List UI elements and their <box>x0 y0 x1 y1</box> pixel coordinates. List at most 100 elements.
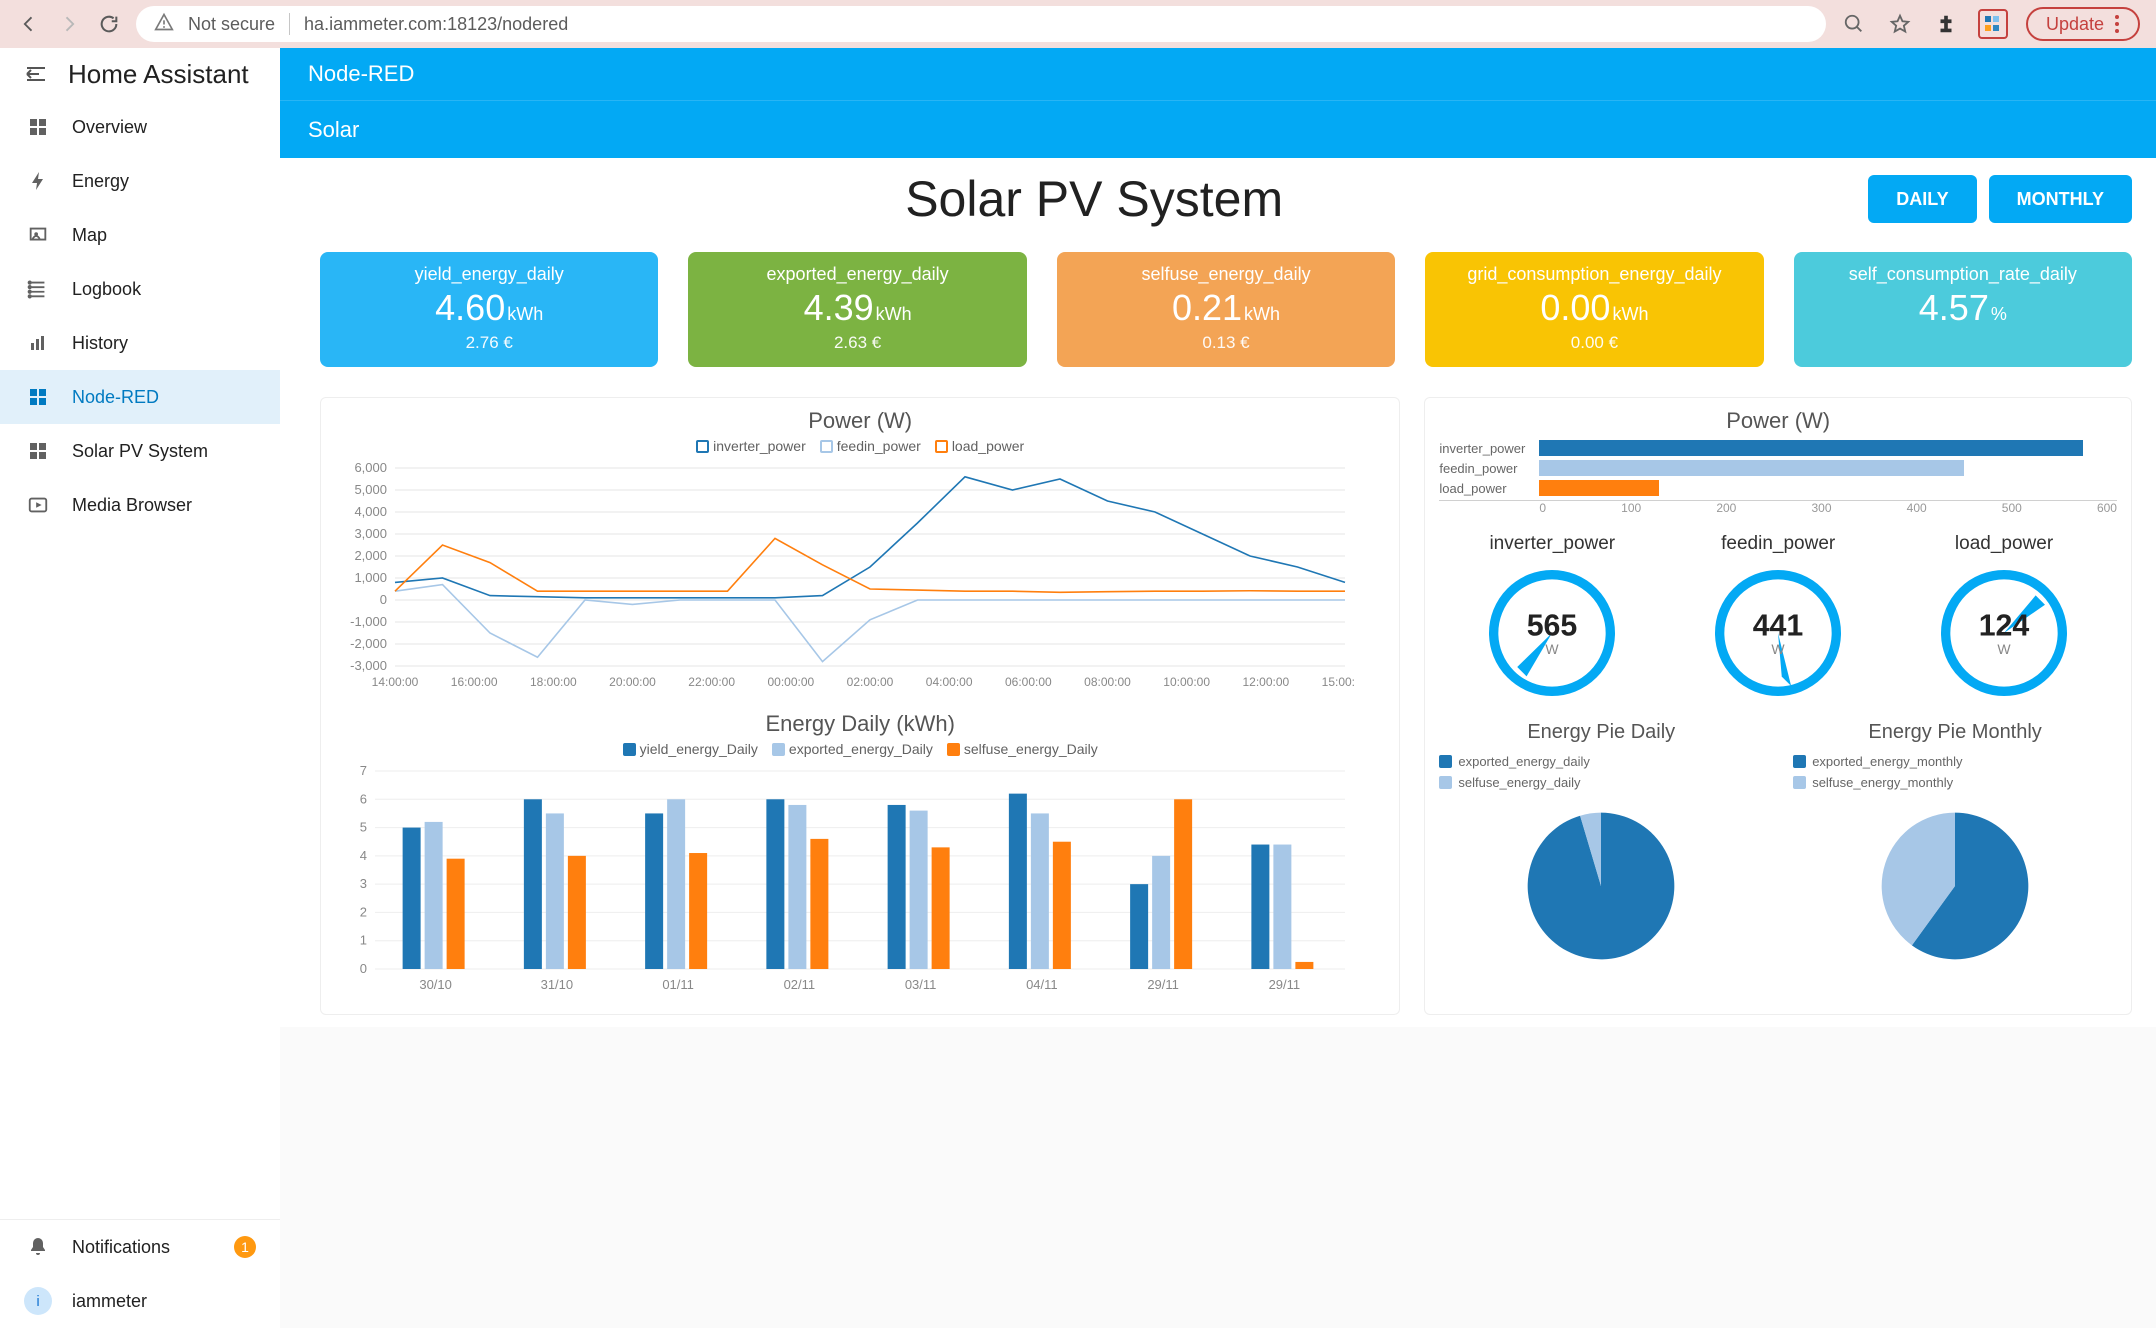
gauge-load_power[interactable]: load_power124W <box>1934 533 2074 703</box>
svg-text:12:00:00: 12:00:00 <box>1242 675 1289 689</box>
energy-bar-chart[interactable]: 0123456730/1031/1001/1102/1103/1104/1129… <box>335 765 1355 995</box>
sidebar-brand: Home Assistant <box>0 48 280 100</box>
header-subtitle: Solar <box>280 100 2156 158</box>
svg-text:3,000: 3,000 <box>354 526 387 541</box>
svg-text:29/11: 29/11 <box>1269 977 1301 992</box>
update-button[interactable]: Update <box>2026 7 2140 41</box>
nodered-icon <box>24 383 52 411</box>
svg-text:1,000: 1,000 <box>354 570 387 585</box>
svg-text:04:00:00: 04:00:00 <box>926 675 973 689</box>
power-chart-title: Power (W) <box>335 408 1385 434</box>
header-title: Node-RED <box>280 48 2156 100</box>
not-secure-icon <box>154 12 174 37</box>
sidebar-notifications[interactable]: Notifications 1 <box>0 1220 280 1274</box>
svg-text:02/11: 02/11 <box>784 977 816 992</box>
svg-text:2: 2 <box>360 904 367 919</box>
sidebar-user[interactable]: i iammeter <box>0 1274 280 1328</box>
sidebar-item-energy[interactable]: Energy <box>0 154 280 208</box>
menu-icon[interactable] <box>24 62 48 86</box>
svg-text:6: 6 <box>360 791 367 806</box>
sidebar-item-media[interactable]: Media Browser <box>0 478 280 532</box>
sidebar-item-history[interactable]: History <box>0 316 280 370</box>
metric-tile[interactable]: yield_energy_daily4.60kWh2.76 € <box>320 252 658 367</box>
metric-tile[interactable]: selfuse_energy_daily0.21kWh0.13 € <box>1057 252 1395 367</box>
svg-text:W: W <box>1772 641 1786 657</box>
dashboard-icon <box>24 113 52 141</box>
svg-text:22:00:00: 22:00:00 <box>688 675 735 689</box>
svg-text:00:00:00: 00:00:00 <box>767 675 814 689</box>
power-hbar-chart[interactable]: inverter_powerfeedin_powerload_power0100… <box>1439 438 2117 515</box>
pie-monthly-chart[interactable] <box>1875 806 2035 966</box>
svg-text:14:00:00: 14:00:00 <box>372 675 419 689</box>
svg-text:06:00:00: 06:00:00 <box>1005 675 1052 689</box>
sidebar: Home Assistant Overview Energy Map Logbo… <box>0 48 280 1328</box>
svg-text:W: W <box>1546 641 1560 657</box>
star-icon[interactable] <box>1886 10 1914 38</box>
svg-text:4,000: 4,000 <box>354 504 387 519</box>
svg-text:-3,000: -3,000 <box>350 658 387 673</box>
gauge-inverter_power[interactable]: inverter_power565W <box>1482 533 1622 703</box>
svg-text:4: 4 <box>360 848 367 863</box>
svg-text:30/10: 30/10 <box>419 977 452 992</box>
svg-text:18:00:00: 18:00:00 <box>530 675 577 689</box>
metric-tiles: yield_energy_daily4.60kWh2.76 € exported_… <box>320 252 2132 367</box>
zoom-icon[interactable] <box>1840 10 1868 38</box>
svg-text:10:00:00: 10:00:00 <box>1163 675 1210 689</box>
svg-text:03/11: 03/11 <box>905 977 937 992</box>
browser-toolbar: Not secure ha.iammeter.com:18123/nodered… <box>0 0 2156 48</box>
reload-icon[interactable] <box>96 11 122 37</box>
svg-text:02:00:00: 02:00:00 <box>847 675 894 689</box>
energy-chart-legend: yield_energy_Daily exported_energy_Daily… <box>335 741 1385 757</box>
extensions-icon[interactable] <box>1932 10 1960 38</box>
sidebar-item-solar[interactable]: Solar PV System <box>0 424 280 478</box>
not-secure-text: Not secure <box>188 14 275 35</box>
map-icon <box>24 221 52 249</box>
sidebar-item-nodered[interactable]: Node-RED <box>0 370 280 424</box>
svg-text:15:00:00: 15:00:00 <box>1322 675 1355 689</box>
content-area: Node-RED Solar Solar PV System DAILY MON… <box>280 48 2156 1328</box>
forward-icon[interactable] <box>56 11 82 37</box>
svg-text:04/11: 04/11 <box>1026 977 1058 992</box>
history-icon <box>24 329 52 357</box>
notif-badge: 1 <box>234 1236 256 1258</box>
address-bar[interactable]: Not secure ha.iammeter.com:18123/nodered <box>136 6 1826 42</box>
energy-chart-title: Energy Daily (kWh) <box>335 711 1385 737</box>
pie-monthly-legend: exported_energy_monthly selfuse_energy_m… <box>1793 752 2117 794</box>
metric-tile[interactable]: self_consumption_rate_daily4.57% <box>1794 252 2132 367</box>
hbar-title: Power (W) <box>1439 408 2117 434</box>
range-monthly-button[interactable]: MONTHLY <box>1989 175 2132 223</box>
svg-text:3: 3 <box>360 876 367 891</box>
logbook-icon <box>24 275 52 303</box>
svg-text:16:00:00: 16:00:00 <box>451 675 498 689</box>
sidebar-item-map[interactable]: Map <box>0 208 280 262</box>
svg-text:20:00:00: 20:00:00 <box>609 675 656 689</box>
divider <box>289 13 290 35</box>
avatar: i <box>24 1287 52 1315</box>
metric-tile[interactable]: grid_consumption_energy_daily0.00kWh0.00… <box>1425 252 1763 367</box>
energy-icon <box>24 167 52 195</box>
page-title: Solar PV System <box>320 170 1868 228</box>
svg-text:124: 124 <box>1979 609 2030 642</box>
svg-text:7: 7 <box>360 765 367 778</box>
svg-text:-1,000: -1,000 <box>350 614 387 629</box>
sidebar-item-overview[interactable]: Overview <box>0 100 280 154</box>
svg-text:2,000: 2,000 <box>354 548 387 563</box>
range-daily-button[interactable]: DAILY <box>1868 175 1976 223</box>
svg-text:5,000: 5,000 <box>354 482 387 497</box>
svg-text:08:00:00: 08:00:00 <box>1084 675 1131 689</box>
bell-icon <box>24 1233 52 1261</box>
extension-ha-icon[interactable] <box>1978 9 2008 39</box>
solar-icon <box>24 437 52 465</box>
svg-text:W: W <box>1997 641 2011 657</box>
svg-text:6,000: 6,000 <box>354 462 387 475</box>
power-line-chart[interactable]: -3,000-2,000-1,00001,0002,0003,0004,0005… <box>335 462 1355 692</box>
sidebar-item-logbook[interactable]: Logbook <box>0 262 280 316</box>
gauge-feedin_power[interactable]: feedin_power441W <box>1708 533 1848 703</box>
pie-daily-chart[interactable] <box>1521 806 1681 966</box>
metric-tile[interactable]: exported_energy_daily4.39kWh2.63 € <box>688 252 1026 367</box>
svg-text:01/11: 01/11 <box>662 977 694 992</box>
svg-text:0: 0 <box>360 961 367 976</box>
back-icon[interactable] <box>16 11 42 37</box>
gauges-row: inverter_power565W feedin_power441W load_p… <box>1439 533 2117 703</box>
svg-text:565: 565 <box>1527 609 1578 642</box>
